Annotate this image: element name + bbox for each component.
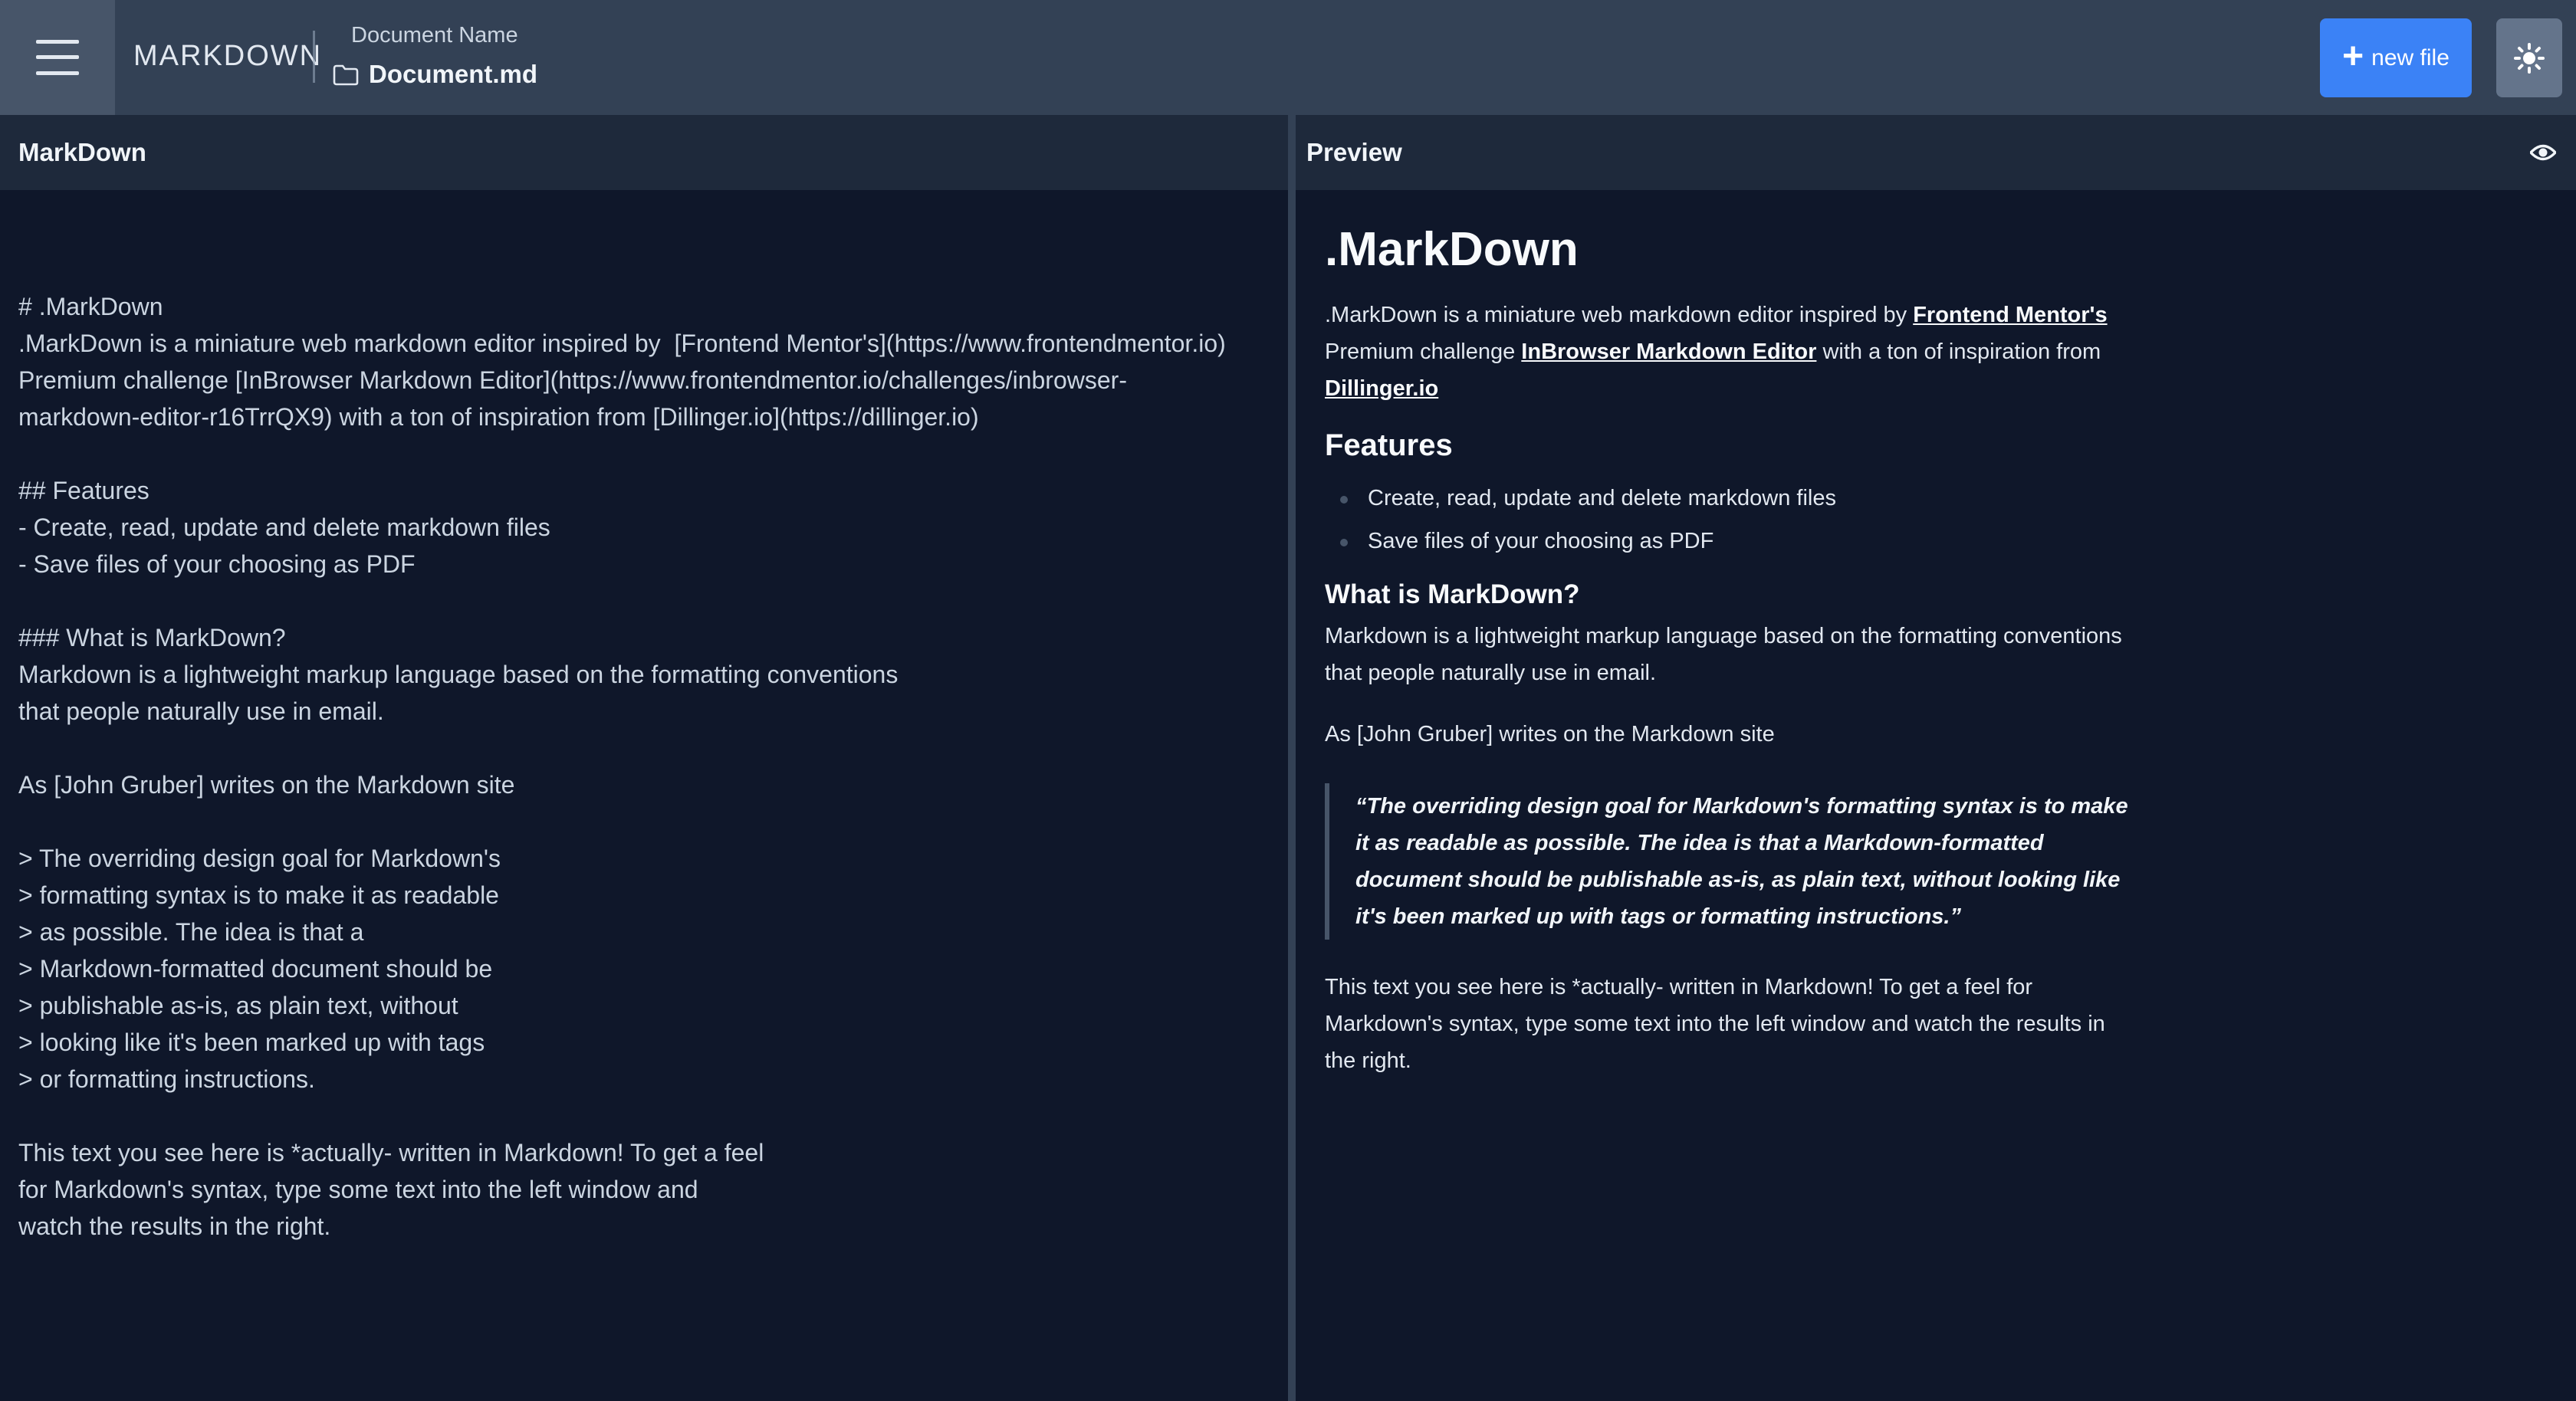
intro-text-1: .MarkDown is a miniature web markdown ed… — [1325, 303, 1914, 327]
markdown-editor[interactable]: # .MarkDown .MarkDown is a miniature web… — [0, 190, 1288, 1401]
what-text: Markdown is a lightweight markup languag… — [1325, 624, 2122, 685]
preview-blockquote: “The overriding design goal for Markdown… — [1325, 783, 2137, 940]
list-item: Create, read, update and delete markdown… — [1325, 477, 2137, 520]
link-frontend-mentor[interactable]: Frontend Mentor's — [1913, 303, 2107, 327]
new-file-label: new file — [2371, 44, 2450, 71]
document-name-label: Document Name — [351, 23, 518, 48]
new-file-button[interactable]: + new file — [2320, 18, 2472, 97]
preview-pane: .MarkDown .MarkDown is a miniature web m… — [1296, 190, 2576, 1401]
link-inbrowser-editor[interactable]: InBrowser Markdown Editor — [1521, 340, 1816, 364]
editor-header: MarkDown — [0, 115, 1288, 190]
preview-title: Preview — [1306, 138, 1402, 166]
plus-icon: + — [2342, 35, 2364, 77]
intro-text-2: Premium challenge — [1325, 340, 1522, 364]
menu-button[interactable] — [0, 0, 115, 115]
header-divider — [313, 31, 315, 83]
closing-text: This text you see here is *actually- wri… — [1325, 975, 2105, 1073]
theme-toggle-button[interactable] — [2496, 18, 2562, 97]
app-name: MARKDOWN — [133, 40, 323, 72]
features-heading: Features — [1325, 428, 1453, 462]
preview-h1: .MarkDown — [1325, 223, 1579, 276]
top-bar: MARKDOWN Document Name Document.md + new… — [0, 0, 2576, 115]
document-filename[interactable]: Document.md — [369, 60, 537, 89]
list-item: Save files of your choosing as PDF — [1325, 520, 2137, 563]
editor-title: MarkDown — [18, 138, 146, 166]
preview-header: Preview — [1296, 115, 2576, 190]
preview-intro: .MarkDown is a miniature web markdown ed… — [1325, 297, 2137, 407]
folder-icon — [333, 64, 359, 86]
eye-icon[interactable] — [2530, 143, 2556, 162]
pane-divider[interactable] — [1288, 115, 1296, 1401]
gruber-text: As [John Gruber] writes on the Markdown … — [1325, 722, 1775, 746]
what-heading: What is MarkDown? — [1325, 579, 1580, 609]
link-dillinger[interactable]: Dillinger.io — [1325, 376, 1438, 401]
sun-icon — [2514, 42, 2545, 74]
intro-text-3: with a ton of inspiration from — [1816, 340, 2101, 364]
features-list: Create, read, update and delete markdown… — [1325, 477, 2137, 563]
hamburger-menu-icon — [36, 40, 79, 75]
